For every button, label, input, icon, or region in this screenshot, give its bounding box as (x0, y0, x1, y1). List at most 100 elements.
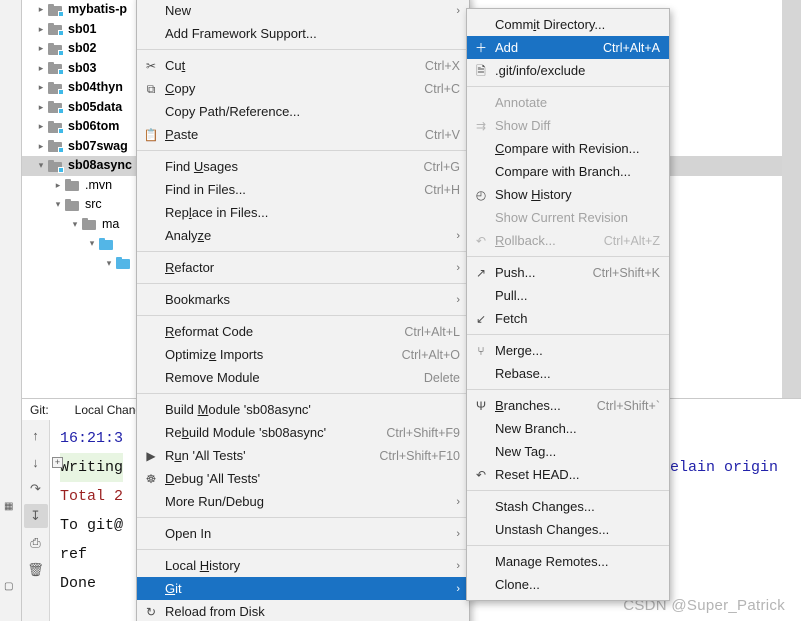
menu-item-bookmarks[interactable]: Bookmarks › (137, 288, 469, 311)
trash-icon[interactable]: 🗑 (24, 558, 48, 582)
menu-item-shortcut: Ctrl+Alt+A (603, 40, 660, 55)
menu-item-label: Copy Path/Reference... (165, 104, 301, 119)
scroll-end-icon[interactable]: ↧ (23, 504, 48, 528)
menu-item-add-framework-support[interactable]: Add Framework Support... (137, 22, 469, 45)
menu-item-analyze[interactable]: Analyze › (137, 224, 469, 247)
menu-item-manage-remotes[interactable]: Manage Remotes... (467, 550, 669, 573)
chevron-right-icon[interactable] (34, 0, 48, 20)
menu-separator (137, 315, 469, 316)
menu-item-label: Build Module 'sb08async' (165, 402, 311, 417)
menu-item-replace-in-files[interactable]: Replace in Files... (137, 201, 469, 224)
menu-item-shortcut: Ctrl+V (424, 127, 460, 142)
git-submenu[interactable]: Commit Directory... ＋ Add Ctrl+Alt+A 🗎 .git/i… (466, 8, 670, 601)
scissors-icon: ✂ (145, 58, 157, 73)
menu-item-refactor[interactable]: Refactor › (137, 256, 469, 279)
menu-item-commit-directory[interactable]: Commit Directory... (467, 13, 669, 36)
menu-item-copy-path-reference[interactable]: Copy Path/Reference... (137, 100, 469, 123)
chevron-down-icon[interactable] (85, 234, 99, 254)
chevron-right-icon[interactable] (34, 39, 48, 59)
menu-item-clone[interactable]: Clone... (467, 573, 669, 596)
menu-item-new-tag[interactable]: New Tag... (467, 440, 669, 463)
chevron-right-icon[interactable] (34, 59, 48, 79)
menu-item-reformat-code[interactable]: Reformat Code Ctrl+Alt+L (137, 320, 469, 343)
menu-item-cut[interactable]: ✂ Cut Ctrl+X (137, 54, 469, 77)
chevron-down-icon[interactable] (34, 156, 48, 176)
menu-separator (467, 256, 669, 257)
menu-item-label: Rollback... (495, 233, 556, 248)
menu-item-debug-all-tests[interactable]: ☸ Debug 'All Tests' (137, 467, 469, 490)
menu-item-open-in[interactable]: Open In › (137, 522, 469, 545)
menu-item-find-in-files[interactable]: Find in Files... Ctrl+H (137, 178, 469, 201)
menu-separator (137, 251, 469, 252)
menu-item-label: Merge... (495, 343, 543, 358)
menu-item-local-history[interactable]: Local History › (137, 554, 469, 577)
menu-item-label: Local History (165, 558, 241, 573)
arrow-up-icon[interactable]: ↑ (24, 423, 48, 447)
chevron-down-icon[interactable] (51, 195, 65, 215)
menu-item-rollback: ↶ Rollback... Ctrl+Alt+Z (467, 229, 669, 252)
menu-item-label: Compare with Revision... (495, 141, 640, 156)
menu-item-more-run-debug[interactable]: More Run/Debug › (137, 490, 469, 513)
menu-separator (467, 389, 669, 390)
menu-item-fetch[interactable]: ↙ Fetch (467, 307, 669, 330)
undo-icon: ↶ (475, 233, 487, 248)
menu-item-pull[interactable]: Pull... (467, 284, 669, 307)
menu-item-reset-head[interactable]: ↶ Reset HEAD... (467, 463, 669, 486)
menu-item-run-all-tests[interactable]: ▶ Run 'All Tests' Ctrl+Shift+F10 (137, 444, 469, 467)
menu-item-stash-changes[interactable]: Stash Changes... (467, 495, 669, 518)
menu-item-label: Debug 'All Tests' (165, 471, 261, 486)
menu-item-build-module-sb08async[interactable]: Build Module 'sb08async' (137, 398, 469, 421)
menu-item-show-history[interactable]: ◴ Show History (467, 183, 669, 206)
fold-expand-icon[interactable]: + (52, 457, 63, 468)
menu-separator (137, 517, 469, 518)
menu-item-compare-with-branch[interactable]: Compare with Branch... (467, 160, 669, 183)
menu-item-git[interactable]: Git › (137, 577, 469, 600)
chevron-right-icon[interactable] (34, 117, 48, 137)
chevron-down-icon[interactable] (68, 215, 82, 235)
menu-item-unstash-changes[interactable]: Unstash Changes... (467, 518, 669, 541)
menu-item-remove-module[interactable]: Remove Module Delete (137, 366, 469, 389)
project-context-menu[interactable]: New › Add Framework Support... ✂ Cut Ctrl+X ⧉ C… (136, 0, 470, 621)
menu-item-label: Reload from Disk (165, 604, 265, 619)
chevron-right-icon: › (456, 527, 460, 540)
menu-item-merge[interactable]: ⑂ Merge... (467, 339, 669, 362)
menu-item-reload-from-disk[interactable]: ↻ Reload from Disk (137, 600, 469, 621)
menu-item-show-diff: ⇉ Show Diff (467, 114, 669, 137)
arrow-down-icon[interactable]: ↓ (24, 450, 48, 474)
menu-item-git-info-exclude[interactable]: 🗎 .git/info/exclude (467, 59, 669, 82)
menu-item-copy[interactable]: ⧉ Copy Ctrl+C (137, 77, 469, 100)
menu-item-new[interactable]: New › (137, 0, 469, 22)
menu-item-shortcut: Ctrl+Alt+O (401, 347, 460, 362)
chevron-right-icon[interactable] (34, 78, 48, 98)
menu-item-branches[interactable]: Ψ Branches... Ctrl+Shift+` (467, 394, 669, 417)
print-icon[interactable]: ⎙ (24, 531, 48, 555)
compare-icon: ⇉ (475, 118, 487, 133)
menu-item-label: New (165, 3, 192, 18)
chevron-right-icon[interactable] (34, 137, 48, 157)
chevron-right-icon[interactable] (51, 176, 65, 196)
menu-item-label: Unstash Changes... (495, 522, 610, 537)
menu-item-label: Show History (495, 187, 572, 202)
menu-item-find-usages[interactable]: Find Usages Ctrl+G (137, 155, 469, 178)
clipboard-icon: 📋 (143, 127, 159, 142)
chevron-down-icon[interactable] (102, 254, 116, 274)
menu-item-add[interactable]: ＋ Add Ctrl+Alt+A (467, 36, 669, 59)
menu-separator (137, 49, 469, 50)
soft-wrap-icon[interactable]: ↷ (24, 477, 48, 501)
menu-item-label: Stash Changes... (495, 499, 595, 514)
menu-item-shortcut: Ctrl+Shift+` (596, 398, 660, 413)
menu-item-push[interactable]: ↗ Push... Ctrl+Shift+K (467, 261, 669, 284)
menu-item-new-branch[interactable]: New Branch... (467, 417, 669, 440)
menu-item-optimize-imports[interactable]: Optimize Imports Ctrl+Alt+O (137, 343, 469, 366)
git-tool-label: Git: (30, 402, 49, 417)
menu-item-compare-with-revision[interactable]: Compare with Revision... (467, 137, 669, 160)
chevron-right-icon[interactable] (34, 98, 48, 118)
menu-item-rebuild-module-sb08async[interactable]: Rebuild Module 'sb08async' Ctrl+Shift+F9 (137, 421, 469, 444)
menu-item-paste[interactable]: 📋 Paste Ctrl+V (137, 123, 469, 146)
menu-item-rebase[interactable]: Rebase... (467, 362, 669, 385)
reload-icon: ↻ (145, 604, 157, 619)
menu-item-label: Copy (165, 81, 196, 96)
tree-row-label: sb07swag (68, 138, 128, 153)
menu-separator (137, 150, 469, 151)
chevron-right-icon[interactable] (34, 20, 48, 40)
